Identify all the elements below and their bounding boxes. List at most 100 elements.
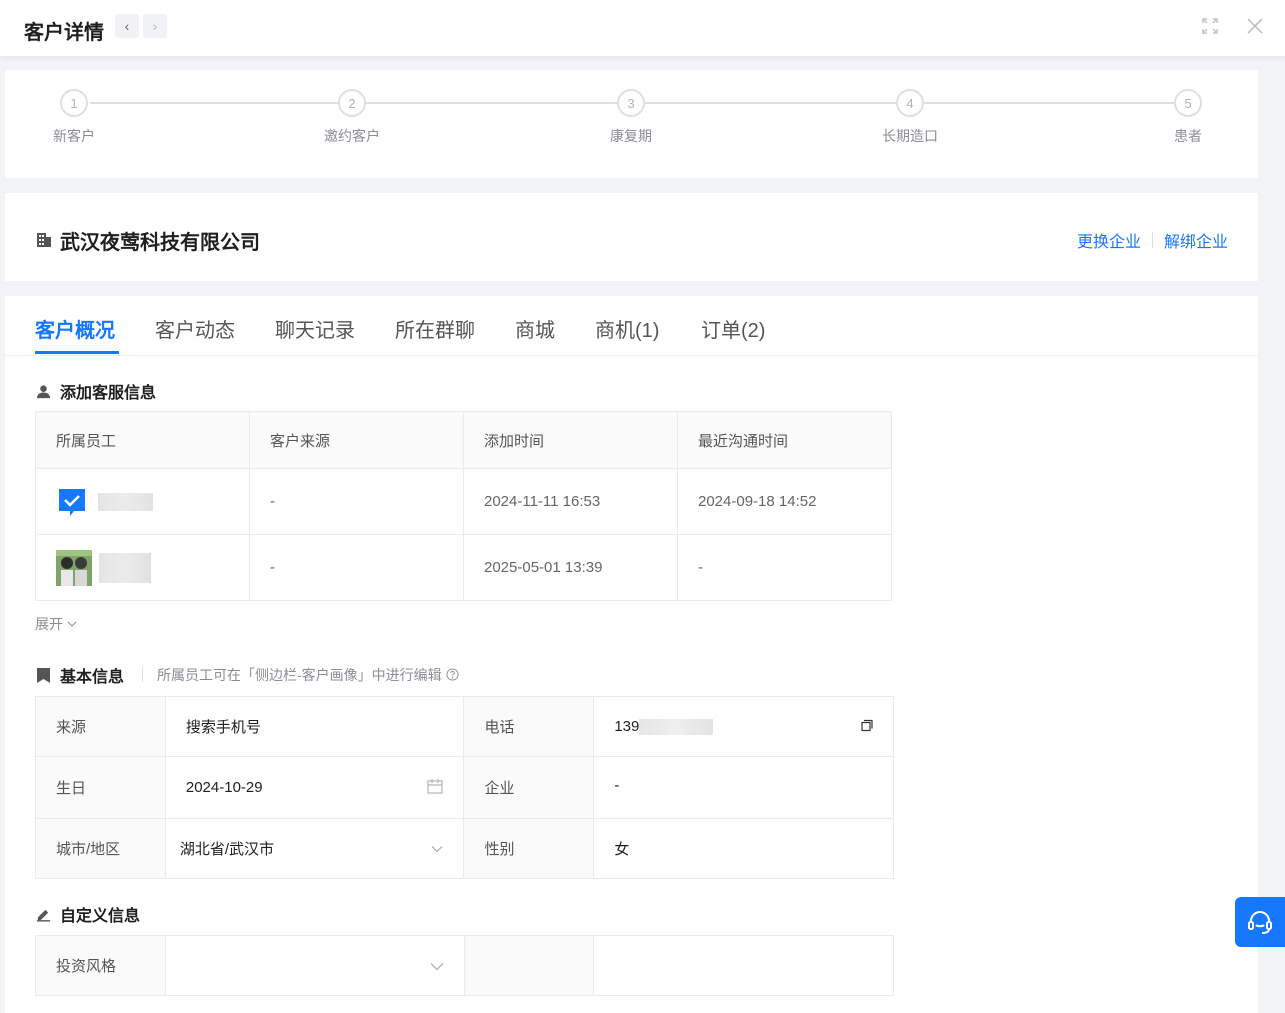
step-2[interactable]: 2 邀约客户 (302, 89, 402, 146)
company-label: 企业 (463, 756, 595, 819)
source-label: 来源 (35, 696, 166, 757)
last-contact-cell: 2024-09-18 14:52 (677, 468, 892, 535)
tab-chat-history[interactable]: 聊天记录 (275, 314, 355, 343)
tab-activity[interactable]: 客户动态 (155, 314, 235, 343)
birthday-label: 生日 (35, 756, 166, 819)
employee-cell (35, 534, 250, 601)
source-cell: - (249, 468, 464, 535)
source-cell: - (249, 534, 464, 601)
step-5[interactable]: 5 患者 (1138, 89, 1238, 146)
user-icon (35, 383, 51, 399)
phone-cell: 139 (593, 696, 894, 757)
step-number: 4 (896, 89, 924, 117)
note-text: 所属员工可在「侧边栏-客户画像」中进行编辑 (157, 667, 442, 683)
column-header: 所属员工 (35, 411, 250, 469)
unbind-company-link[interactable]: 解绑企业 (1164, 228, 1228, 252)
detail-panel: 客户概况 客户动态 聊天记录 所在群聊 商城 商机(1) 订单(2) 添加客服信… (5, 296, 1258, 1013)
column-header: 客户来源 (249, 411, 464, 469)
step-label: 长期造口 (882, 128, 938, 144)
last-contact-cell: - (677, 534, 892, 601)
headset-icon (1248, 911, 1272, 934)
tab-opportunities[interactable]: 商机(1) (595, 314, 659, 343)
calendar-icon[interactable] (427, 778, 444, 798)
page-title: 客户详情 (24, 22, 104, 44)
active-tab-indicator (35, 351, 119, 354)
empty-value-cell (593, 935, 894, 996)
company-card: 武汉夜莺科技有限公司 更换企业 解绑企业 (5, 193, 1258, 281)
chevron-down-icon (430, 957, 444, 974)
bookmark-icon (35, 667, 51, 683)
section-title-text: 基本信息 (60, 669, 125, 686)
expand-button[interactable]: 展开 (35, 614, 77, 634)
city-value: 湖北省/武汉市 (179, 841, 275, 858)
section-title-text: 自定义信息 (60, 908, 141, 925)
table-header: 所属员工 客户来源 添加时间 最近沟通时间 (35, 411, 892, 469)
divider (1151, 232, 1153, 248)
added-time-cell: 2025-05-01 13:39 (463, 534, 678, 601)
employee-cell (35, 468, 250, 535)
column-header: 添加时间 (463, 411, 678, 469)
company-value: - (593, 756, 894, 819)
tab-groups[interactable]: 所在群聊 (395, 314, 475, 343)
table-row: 生日 2024-10-29 企业 - (35, 756, 894, 819)
invest-style-label: 投资风格 (35, 935, 166, 996)
step-label: 康复期 (610, 128, 652, 144)
fullscreen-icon[interactable] (1200, 16, 1220, 36)
basic-info-note: 所属员工可在「侧边栏-客户画像」中进行编辑 (142, 665, 459, 685)
column-header: 最近沟通时间 (677, 411, 892, 469)
tab-mall[interactable]: 商城 (515, 314, 555, 343)
city-select[interactable]: 湖北省/武汉市 (164, 818, 465, 879)
gender-value[interactable]: 女 (593, 818, 894, 879)
chevron-down-icon (67, 616, 77, 632)
prev-button[interactable]: ‹ (115, 14, 139, 38)
phone-label: 电话 (463, 696, 595, 757)
step-label: 新客户 (53, 128, 95, 144)
employee-name-blurred (99, 552, 151, 583)
step-label: 邀约客户 (324, 128, 380, 144)
step-number: 3 (617, 89, 645, 117)
company-name: 武汉夜莺科技有限公司 (60, 232, 260, 254)
source-value[interactable]: 搜索手机号 (164, 696, 465, 757)
expand-label: 展开 (35, 616, 63, 632)
birthday-value: 2024-10-29 (185, 779, 263, 796)
table-row: 来源 搜索手机号 电话 139 (35, 696, 894, 757)
birthday-picker[interactable]: 2024-10-29 (164, 756, 465, 819)
employee-name-blurred (98, 492, 153, 511)
custom-section-title: 自定义信息 (35, 902, 140, 926)
table-row: 投资风格 (35, 935, 894, 996)
service-section-title: 添加客服信息 (35, 379, 156, 403)
edit-icon (35, 906, 51, 922)
avatar (56, 549, 92, 586)
chevron-down-icon (431, 840, 443, 857)
company-actions: 更换企业 解绑企业 (1077, 228, 1228, 252)
help-icon[interactable] (446, 667, 459, 683)
tab-bar: 客户概况 客户动态 聊天记录 所在群聊 商城 商机(1) 订单(2) (5, 296, 1258, 356)
copy-icon[interactable] (861, 718, 873, 735)
table-row: 城市/地区 湖北省/武汉市 性别 女 (35, 818, 894, 879)
step-1[interactable]: 1 新客户 (24, 89, 124, 146)
service-table: 所属员工 客户来源 添加时间 最近沟通时间 - 2024-11-11 16:53… (35, 411, 892, 601)
step-3[interactable]: 3 康复期 (581, 89, 681, 146)
tab-overview[interactable]: 客户概况 (35, 314, 115, 343)
gender-label: 性别 (463, 818, 595, 879)
page-header: 客户详情 ‹ › (0, 0, 1285, 56)
invest-style-select[interactable] (164, 935, 465, 996)
step-4[interactable]: 4 长期造口 (860, 89, 960, 146)
close-icon[interactable] (1245, 16, 1265, 36)
city-label: 城市/地区 (35, 818, 166, 879)
step-number: 2 (338, 89, 366, 117)
next-button[interactable]: › (143, 14, 167, 38)
table-row: - 2024-11-11 16:53 2024-09-18 14:52 (35, 468, 892, 535)
step-number: 1 (60, 89, 88, 117)
section-title-text: 添加客服信息 (60, 385, 157, 402)
customer-support-button[interactable] (1235, 897, 1285, 947)
building-icon (35, 230, 53, 248)
added-time-cell: 2024-11-11 16:53 (463, 468, 678, 535)
change-company-link[interactable]: 更换企业 (1077, 228, 1141, 252)
custom-info-table: 投资风格 (35, 935, 894, 996)
chat-check-icon (59, 488, 85, 516)
step-number: 5 (1174, 89, 1202, 117)
tab-orders[interactable]: 订单(2) (701, 314, 765, 343)
table-row: - 2025-05-01 13:39 - (35, 534, 892, 601)
phone-blurred (639, 719, 714, 736)
